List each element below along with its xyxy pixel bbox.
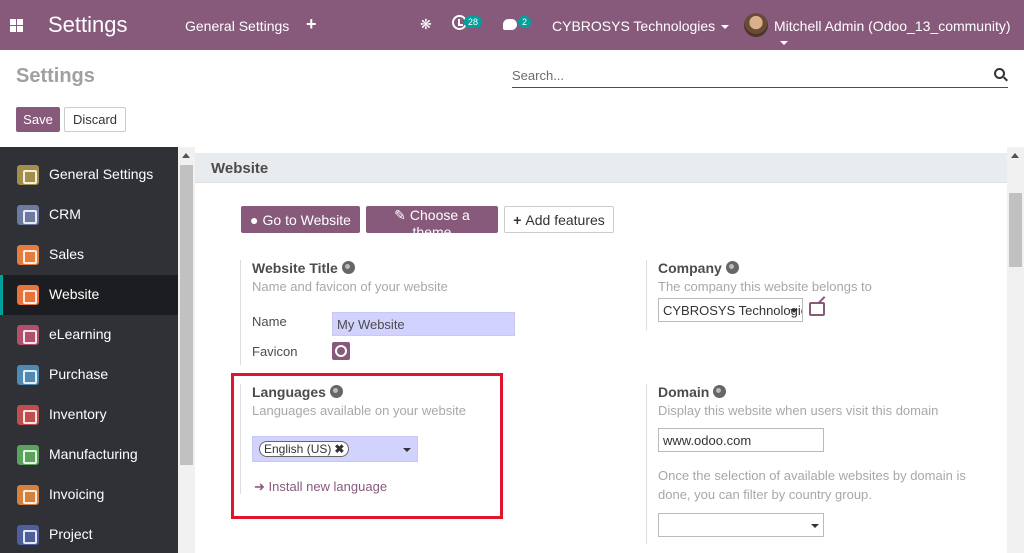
domain-setting: Domain Display this website when users v… bbox=[646, 384, 986, 544]
menu-general-settings[interactable]: General Settings bbox=[185, 18, 289, 34]
purchase-icon bbox=[17, 365, 39, 385]
page-title: Settings bbox=[16, 65, 95, 87]
website-title-heading: Website Title bbox=[252, 260, 355, 276]
domain-help: Display this website when users visit th… bbox=[658, 403, 939, 418]
globe-icon bbox=[725, 261, 739, 274]
message-count-badge: 2 bbox=[518, 16, 532, 28]
app-brand[interactable]: Settings bbox=[48, 12, 128, 38]
chevron-down-icon bbox=[780, 41, 788, 46]
external-link-icon[interactable] bbox=[809, 302, 825, 316]
scrollbar-thumb[interactable] bbox=[1009, 193, 1022, 267]
user-avatar[interactable] bbox=[744, 13, 768, 37]
chat-icon[interactable] bbox=[503, 19, 517, 30]
sidebar-item-crm[interactable]: CRM bbox=[0, 195, 178, 235]
sidebar-scrollbar[interactable] bbox=[178, 147, 195, 553]
country-group-select[interactable] bbox=[658, 513, 824, 537]
sidebar-item-website[interactable]: Website bbox=[0, 275, 178, 315]
save-button[interactable]: Save bbox=[16, 107, 60, 132]
company-title-text: Company bbox=[658, 260, 722, 276]
company-heading: Company bbox=[658, 260, 739, 276]
favicon-image[interactable] bbox=[332, 342, 350, 360]
discard-button[interactable]: Discard bbox=[64, 107, 126, 132]
add-features-label: Add features bbox=[525, 211, 605, 228]
elearning-icon bbox=[17, 325, 39, 345]
sidebar-item-label: eLearning bbox=[49, 326, 112, 342]
project-icon bbox=[17, 525, 39, 545]
sidebar-item-label: Invoicing bbox=[49, 486, 105, 502]
invoicing-icon bbox=[17, 485, 39, 505]
favicon-label: Favicon bbox=[252, 344, 298, 359]
domain-note-line1: Once the selection of available websites… bbox=[658, 468, 966, 483]
company-select-value: CYBROSYS Technologies bbox=[663, 303, 803, 318]
website-title-help: Name and favicon of your website bbox=[252, 279, 448, 294]
go-to-website-label: Go to Website bbox=[262, 211, 351, 228]
choose-theme-label: Choose a theme bbox=[409, 207, 470, 240]
sidebar-item-label: Website bbox=[49, 286, 100, 302]
domain-note-line2: done, you can filter by country group. bbox=[658, 487, 872, 502]
company-name: CYBROSYS Technologies bbox=[552, 18, 716, 34]
sidebar-item-purchase[interactable]: Purchase bbox=[0, 355, 178, 395]
top-navbar: Settings General Settings + ❋ 28 2 CYBRO… bbox=[0, 0, 1024, 50]
user-name: Mitchell Admin (Odoo_13_community) bbox=[774, 18, 1011, 34]
sidebar-item-label: Project bbox=[49, 526, 93, 542]
sidebar-item-label: Manufacturing bbox=[49, 446, 138, 462]
domain-heading: Domain bbox=[658, 384, 727, 400]
brush-icon: ✎ bbox=[394, 207, 406, 223]
debug-icon[interactable]: ❋ bbox=[420, 16, 432, 33]
inventory-icon bbox=[17, 405, 39, 425]
search-icon[interactable] bbox=[994, 68, 1005, 79]
domain-input[interactable]: www.odoo.com bbox=[658, 428, 824, 452]
chevron-down-icon bbox=[721, 25, 730, 30]
globe-icon bbox=[713, 385, 727, 398]
sidebar-item-label: Inventory bbox=[49, 406, 107, 422]
website-icon bbox=[17, 285, 39, 305]
company-help: The company this website belongs to bbox=[658, 279, 872, 294]
scroll-up-icon[interactable] bbox=[1011, 153, 1019, 158]
sidebar-item-label: Purchase bbox=[49, 366, 109, 382]
website-title-text: Website Title bbox=[252, 260, 338, 276]
company-setting: Company The company this website belongs… bbox=[646, 260, 986, 330]
add-icon[interactable]: + bbox=[306, 14, 317, 35]
scroll-up-icon[interactable] bbox=[182, 153, 190, 158]
scrollbar-thumb[interactable] bbox=[180, 165, 193, 465]
highlight-annotation-box bbox=[231, 373, 503, 519]
company-switcher[interactable]: CYBROSYS Technologies bbox=[552, 18, 730, 34]
user-menu[interactable]: Mitchell Admin (Odoo_13_community) bbox=[774, 18, 1024, 50]
sidebar-item-inventory[interactable]: Inventory bbox=[0, 395, 178, 435]
sidebar-item-label: Sales bbox=[49, 246, 85, 262]
sidebar-item-general-settings[interactable]: General Settings bbox=[0, 155, 178, 195]
sidebar-item-label: CRM bbox=[49, 206, 81, 222]
chevron-down-icon bbox=[790, 309, 798, 313]
section-header: Website bbox=[195, 153, 1007, 183]
general-settings-icon bbox=[17, 165, 39, 185]
sidebar-item-invoicing[interactable]: Invoicing bbox=[0, 475, 178, 515]
settings-sidebar: General Settings CRM Sales Website eLear… bbox=[0, 147, 178, 553]
activity-count-badge: 28 bbox=[464, 16, 483, 28]
chevron-down-icon bbox=[811, 524, 819, 528]
sidebar-item-elearning[interactable]: eLearning bbox=[0, 315, 178, 355]
sidebar-item-label: General Settings bbox=[49, 166, 154, 182]
domain-title-text: Domain bbox=[658, 384, 710, 400]
add-features-button[interactable]: + Add features bbox=[504, 206, 614, 233]
plus-icon: + bbox=[513, 211, 522, 228]
section-title: Website bbox=[211, 160, 269, 177]
name-label: Name bbox=[252, 314, 287, 329]
manufacturing-icon bbox=[17, 445, 39, 465]
sidebar-item-project[interactable]: Project bbox=[0, 515, 178, 553]
sales-icon bbox=[17, 245, 39, 265]
website-name-input[interactable]: My Website bbox=[332, 312, 515, 336]
apps-menu-icon[interactable] bbox=[10, 19, 23, 32]
go-to-website-button[interactable]: ● Go to Website bbox=[241, 206, 360, 233]
search-input[interactable] bbox=[512, 64, 1008, 88]
website-title-setting: Website Title Name and favicon of your w… bbox=[240, 260, 620, 365]
choose-theme-button[interactable]: ✎ Choose a theme bbox=[366, 206, 498, 240]
globe-icon bbox=[341, 261, 355, 274]
company-select[interactable]: CYBROSYS Technologies bbox=[658, 298, 803, 322]
content-scrollbar[interactable] bbox=[1007, 147, 1024, 553]
crm-icon bbox=[17, 205, 39, 225]
sidebar-item-manufacturing[interactable]: Manufacturing bbox=[0, 435, 178, 475]
sidebar-item-sales[interactable]: Sales bbox=[0, 235, 178, 275]
globe-icon: ● bbox=[250, 211, 259, 228]
